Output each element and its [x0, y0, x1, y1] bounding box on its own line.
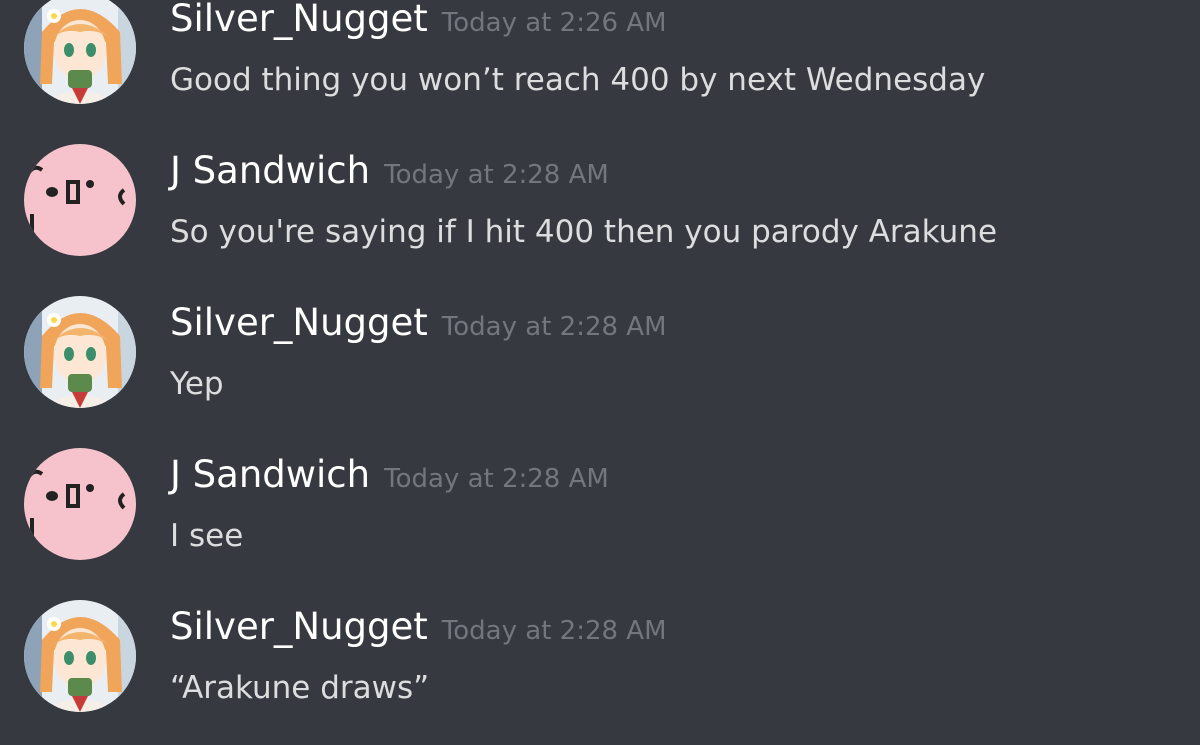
- username[interactable]: J Sandwich: [170, 149, 370, 192]
- message-item: Silver_Nugget Today at 2:28 AM Yep: [0, 296, 1200, 436]
- pink-blob-avatar[interactable]: [24, 448, 136, 560]
- timestamp[interactable]: Today at 2:28 AM: [442, 312, 667, 342]
- username[interactable]: Silver_Nugget: [170, 0, 428, 40]
- message-content: “Arakune draws”: [170, 670, 430, 706]
- timestamp[interactable]: Today at 2:26 AM: [442, 8, 667, 38]
- pink-blob-avatar-icon: [24, 448, 136, 560]
- message-content: I see: [170, 518, 244, 554]
- message-item: Silver_Nugget Today at 2:26 AM Good thing…: [0, 0, 1200, 132]
- anime-girl-avatar-icon: [24, 600, 136, 712]
- anime-girl-avatar[interactable]: [24, 600, 136, 712]
- message-item: J Sandwich Today at 2:28 AM So you're say…: [0, 144, 1200, 284]
- timestamp[interactable]: Today at 2:28 AM: [384, 160, 609, 190]
- pink-blob-avatar-icon: [24, 144, 136, 256]
- message-header: J Sandwich Today at 2:28 AM: [170, 450, 609, 507]
- message-content: So you're saying if I hit 400 then you p…: [170, 214, 998, 250]
- message-header: Silver_Nugget Today at 2:28 AM: [170, 602, 667, 659]
- anime-girl-avatar-icon: [24, 0, 136, 104]
- username[interactable]: Silver_Nugget: [170, 605, 428, 648]
- message-header: Silver_Nugget Today at 2:26 AM: [170, 0, 667, 51]
- timestamp[interactable]: Today at 2:28 AM: [442, 616, 667, 646]
- pink-blob-avatar[interactable]: [24, 144, 136, 256]
- username[interactable]: Silver_Nugget: [170, 301, 428, 344]
- message-header: J Sandwich Today at 2:28 AM: [170, 146, 609, 203]
- message-header: Silver_Nugget Today at 2:28 AM: [170, 298, 667, 355]
- message-item: J Sandwich Today at 2:28 AM I see: [0, 448, 1200, 588]
- message-content: Yep: [170, 366, 224, 402]
- anime-girl-avatar[interactable]: [24, 0, 136, 104]
- anime-girl-avatar-icon: [24, 296, 136, 408]
- timestamp[interactable]: Today at 2:28 AM: [384, 464, 609, 494]
- username[interactable]: J Sandwich: [170, 453, 370, 496]
- message-content: Good thing you won’t reach 400 by next W…: [170, 62, 986, 98]
- anime-girl-avatar[interactable]: [24, 296, 136, 408]
- message-item: Silver_Nugget Today at 2:28 AM “Arakune d…: [0, 600, 1200, 740]
